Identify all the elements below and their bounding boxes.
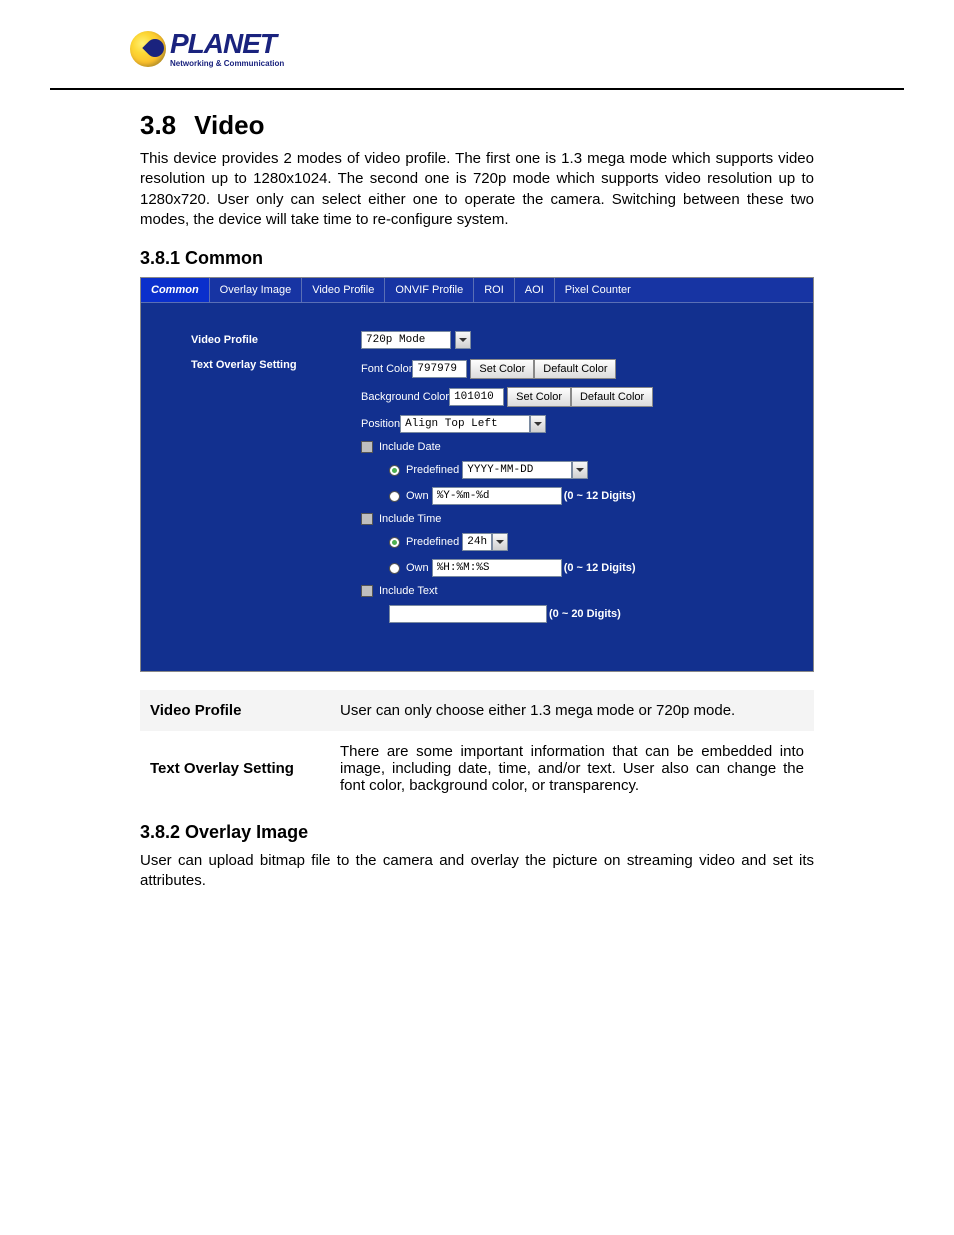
text-hint: (0 ~ 20 Digits) (549, 608, 621, 620)
time-own-input[interactable] (432, 559, 562, 577)
date-predefined-select[interactable] (462, 461, 572, 479)
desc-value: There are some important information tha… (330, 731, 814, 806)
video-profile-select[interactable] (361, 331, 451, 349)
chevron-down-icon[interactable] (572, 461, 588, 479)
chevron-down-icon[interactable] (530, 415, 546, 433)
set-bg-color-button[interactable]: Set Color (507, 387, 571, 407)
include-text-input[interactable] (389, 605, 547, 623)
bg-color-label: Background Color (361, 391, 449, 403)
position-select[interactable] (400, 415, 530, 433)
settings-screenshot: Common Overlay Image Video Profile ONVIF… (140, 277, 814, 672)
chevron-down-icon[interactable] (492, 533, 508, 551)
tab-aoi[interactable]: AOI (515, 278, 555, 302)
desc-value: User can only choose either 1.3 mega mod… (330, 690, 814, 731)
overlay-image-paragraph: User can upload bitmap file to the camer… (140, 851, 814, 892)
subheading-overlay-image: 3.8.2 Overlay Image (140, 822, 814, 843)
logo: PLANET Networking & Communication (130, 30, 904, 68)
tab-roi[interactable]: ROI (474, 278, 515, 302)
table-row: Video Profile User can only choose eithe… (140, 690, 814, 731)
include-text-checkbox[interactable] (361, 585, 373, 597)
own-label: Own (406, 490, 429, 502)
include-date-label: Include Date (379, 441, 441, 453)
text-overlay-label: Text Overlay Setting (191, 359, 361, 371)
tab-pixel-counter[interactable]: Pixel Counter (555, 278, 641, 302)
include-date-checkbox[interactable] (361, 441, 373, 453)
table-row: Text Overlay Setting There are some impo… (140, 731, 814, 806)
desc-key: Video Profile (140, 690, 330, 731)
logo-word: PLANET (170, 30, 284, 58)
section-number: 3.8 (140, 110, 176, 140)
position-label: Position (361, 418, 400, 430)
set-font-color-button[interactable]: Set Color (470, 359, 534, 379)
default-bg-color-button[interactable]: Default Color (571, 387, 653, 407)
section-title: Video (194, 110, 264, 140)
logo-globe-icon (130, 31, 166, 67)
tab-overlay-image[interactable]: Overlay Image (210, 278, 303, 302)
subheading-common: 3.8.1 Common (140, 248, 814, 269)
bg-color-input[interactable] (449, 388, 504, 406)
tab-bar: Common Overlay Image Video Profile ONVIF… (141, 278, 813, 303)
tab-onvif-profile[interactable]: ONVIF Profile (385, 278, 474, 302)
include-text-label: Include Text (379, 585, 438, 597)
time-own-radio[interactable] (389, 563, 400, 574)
description-table: Video Profile User can only choose eithe… (140, 690, 814, 806)
date-hint: (0 ~ 12 Digits) (564, 490, 636, 502)
tab-video-profile[interactable]: Video Profile (302, 278, 385, 302)
divider (50, 88, 904, 90)
predefined-label: Predefined (406, 464, 459, 476)
desc-key: Text Overlay Setting (140, 731, 330, 806)
include-time-label: Include Time (379, 513, 441, 525)
time-hint: (0 ~ 12 Digits) (564, 562, 636, 574)
logo-tagline: Networking & Communication (170, 60, 284, 68)
intro-paragraph: This device provides 2 modes of video pr… (140, 149, 814, 230)
include-time-checkbox[interactable] (361, 513, 373, 525)
time-predefined-radio[interactable] (389, 537, 400, 548)
default-font-color-button[interactable]: Default Color (534, 359, 616, 379)
section-heading: 3.8 Video (140, 110, 814, 141)
video-profile-label: Video Profile (191, 334, 361, 346)
time-predefined-select[interactable] (462, 533, 492, 551)
chevron-down-icon[interactable] (455, 331, 471, 349)
predefined-label-2: Predefined (406, 536, 459, 548)
own-label-2: Own (406, 562, 429, 574)
font-color-input[interactable] (412, 360, 467, 378)
date-predefined-radio[interactable] (389, 465, 400, 476)
date-own-input[interactable] (432, 487, 562, 505)
font-color-label: Font Color (361, 363, 412, 375)
tab-common[interactable]: Common (141, 278, 210, 302)
date-own-radio[interactable] (389, 491, 400, 502)
